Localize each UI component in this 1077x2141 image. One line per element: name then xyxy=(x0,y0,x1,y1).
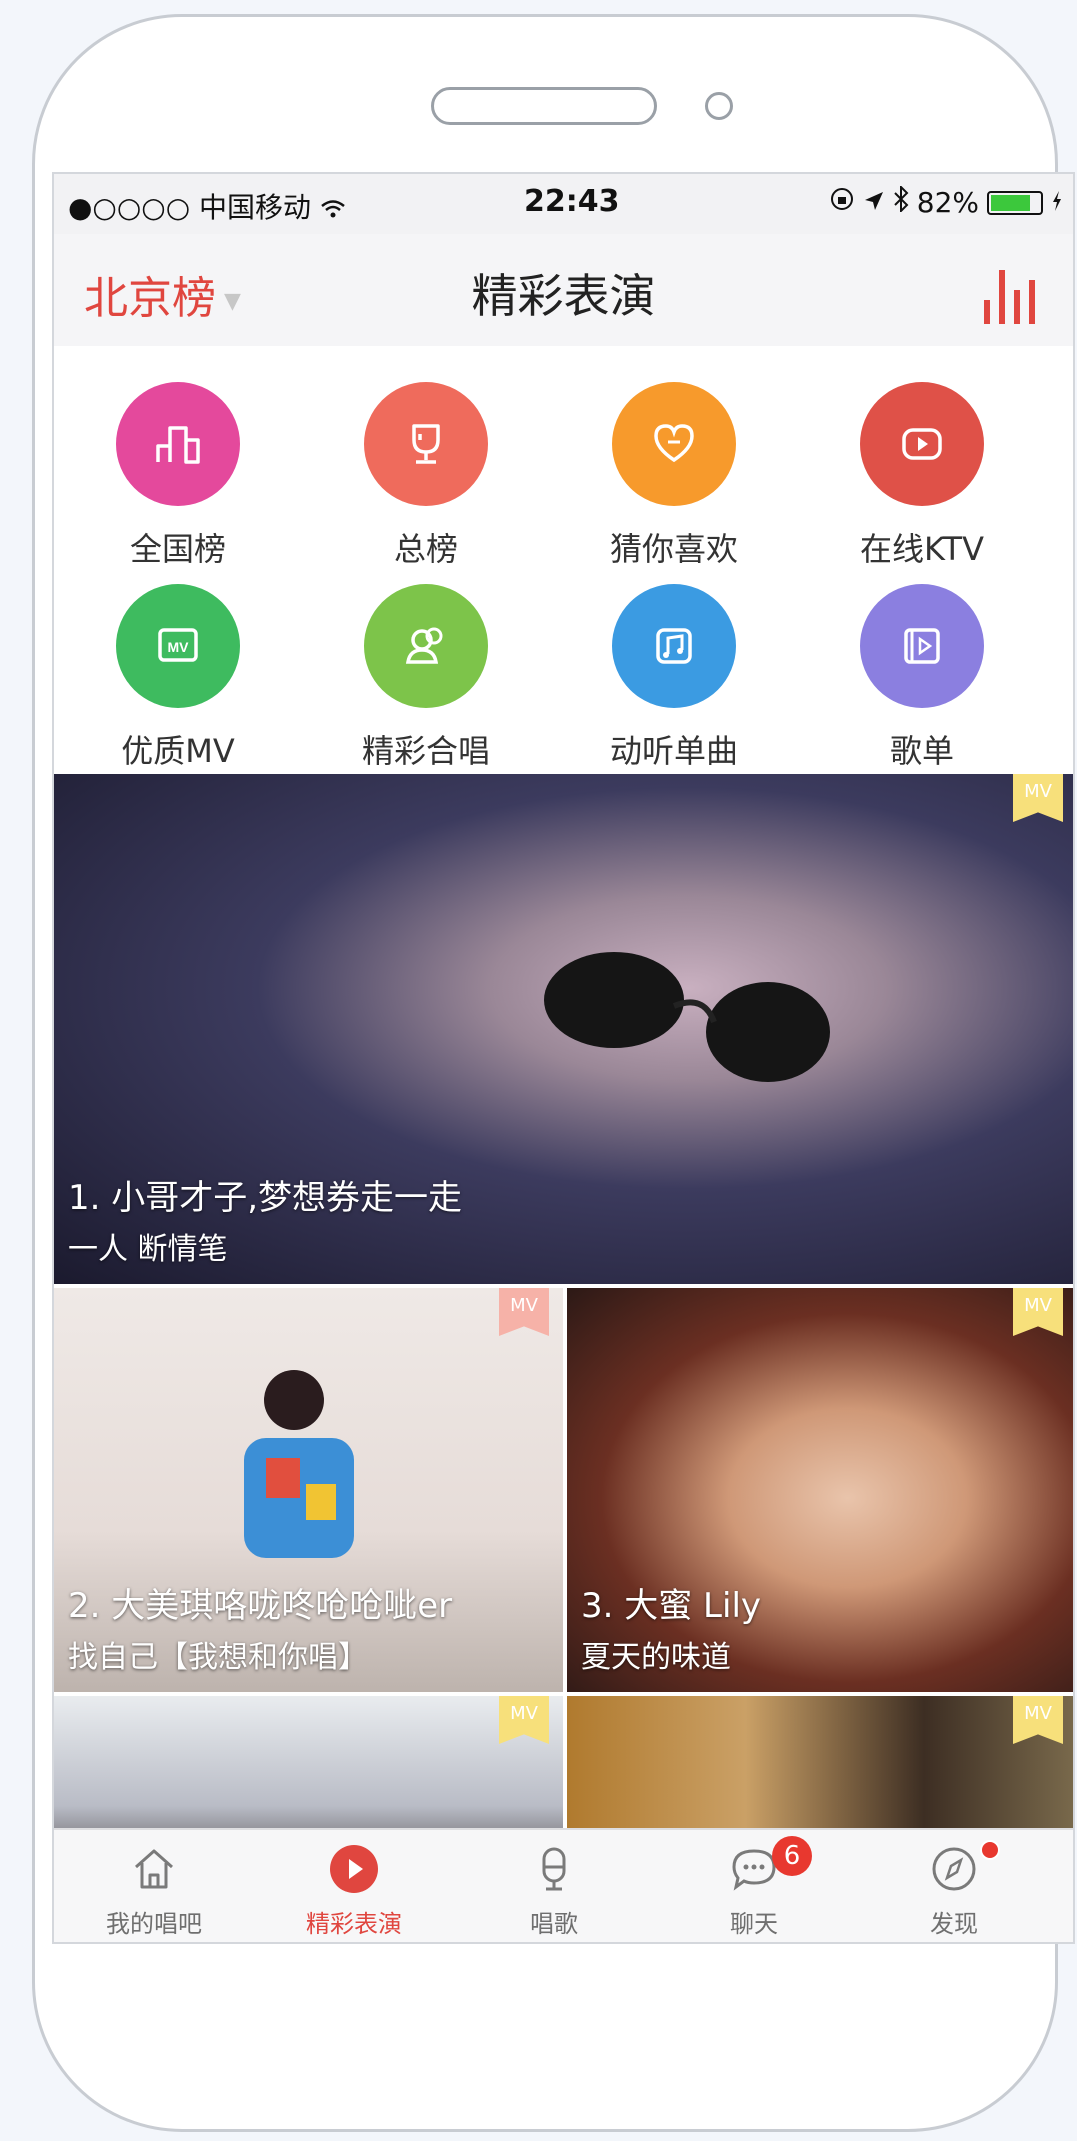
tab-home[interactable]: 我的唱吧 xyxy=(54,1842,254,1939)
playlist-icon xyxy=(860,584,984,708)
feed-card[interactable]: MV 1. 小哥才子,梦想券走一走 一人 断情笔 xyxy=(54,774,1073,1284)
now-playing-icon[interactable] xyxy=(984,270,1035,324)
unread-badge: 6 xyxy=(772,1836,812,1876)
feed-card[interactable]: MV xyxy=(54,1696,563,1834)
page-title: 精彩表演 xyxy=(471,269,656,323)
tab-label: 我的唱吧 xyxy=(106,1910,202,1938)
clock: 22:43 xyxy=(524,184,620,219)
category-label: 全国榜 xyxy=(129,530,226,568)
song-name: 夏天的味道 xyxy=(581,1640,731,1675)
category-item[interactable]: 猜你喜欢 xyxy=(554,382,794,570)
front-camera xyxy=(705,92,733,120)
tab-discover[interactable]: 发现 xyxy=(854,1840,1054,1939)
carrier-label: ●○○○○ 中国移动 xyxy=(68,191,312,224)
category-label: 优质MV xyxy=(121,732,235,770)
duet-icon xyxy=(364,584,488,708)
song-name: 找自己【我想和你唱】 xyxy=(68,1640,368,1675)
category-item[interactable]: 在线KTV xyxy=(802,382,1042,570)
mv-icon: MV xyxy=(116,584,240,708)
microphone-icon xyxy=(454,1842,654,1896)
category-label: 精彩合唱 xyxy=(361,732,490,770)
category-item[interactable]: MV 优质MV xyxy=(58,584,298,772)
bluetooth-icon xyxy=(893,184,909,219)
category-label: 动听单曲 xyxy=(609,732,738,770)
music-note-icon xyxy=(612,584,736,708)
category-grid: 全国榜 总榜 猜你喜欢 在线KTV MV 优质MV 精彩合唱 动听单曲 歌单 xyxy=(54,346,1073,770)
status-bar: ●○○○○ 中国移动 22:43 82% xyxy=(54,174,1073,234)
category-label: 猜你喜欢 xyxy=(609,530,738,568)
category-label: 总榜 xyxy=(393,530,458,568)
charging-icon xyxy=(1051,186,1063,219)
speaker xyxy=(431,87,657,125)
chat-bubble-icon: 6 xyxy=(654,1836,854,1896)
category-label: 歌单 xyxy=(889,732,954,770)
category-item[interactable]: 动听单曲 xyxy=(554,584,794,772)
song-name: 一人 断情笔 xyxy=(68,1232,228,1267)
play-circle-icon xyxy=(254,1842,454,1896)
feed-card[interactable]: MV 3. 大蜜 Lily 夏天的味道 xyxy=(567,1288,1073,1692)
category-item[interactable]: 精彩合唱 xyxy=(306,584,546,772)
card-title: 2. 大美琪咯咙咚呛呛呲er xyxy=(68,1586,453,1626)
play-screen-icon xyxy=(860,382,984,506)
wifi-icon xyxy=(320,191,346,224)
chart-bars-icon xyxy=(116,382,240,506)
tab-chat[interactable]: 6 聊天 xyxy=(654,1836,854,1939)
category-item[interactable]: 总榜 xyxy=(306,382,546,570)
tab-label: 精彩表演 xyxy=(306,1910,402,1938)
category-label: 在线KTV xyxy=(860,530,984,568)
battery-icon xyxy=(987,190,1043,215)
battery-percent: 82% xyxy=(916,186,979,219)
app-screen: ●○○○○ 中国移动 22:43 82% 北京榜 ▼ 精彩表演 全国榜 总榜 猜… xyxy=(52,172,1075,1944)
battery-fill xyxy=(991,194,1031,211)
tab-label: 聊天 xyxy=(730,1910,778,1938)
navigation-bar: 北京榜 ▼ 精彩表演 xyxy=(54,234,1073,348)
compass-icon xyxy=(854,1840,1054,1896)
category-item[interactable]: 全国榜 xyxy=(58,382,298,570)
category-item[interactable]: 歌单 xyxy=(802,584,1042,772)
tab-performance[interactable]: 精彩表演 xyxy=(254,1842,454,1939)
tab-sing[interactable]: 唱歌 xyxy=(454,1842,654,1939)
lock-rotation-icon xyxy=(829,186,855,219)
tab-label: 唱歌 xyxy=(530,1910,578,1938)
heart-chat-icon xyxy=(612,382,736,506)
location-arrow-icon xyxy=(863,186,885,219)
card-title: 1. 小哥才子,梦想券走一走 xyxy=(68,1178,463,1218)
cover-photo xyxy=(567,1696,1073,1834)
home-icon xyxy=(54,1842,254,1896)
card-title: 3. 大蜜 Lily xyxy=(581,1586,762,1626)
feed-card[interactable]: MV 2. 大美琪咯咙咚呛呛呲er 找自己【我想和你唱】 xyxy=(54,1288,563,1692)
tab-label: 发现 xyxy=(930,1910,978,1938)
tab-bar: 我的唱吧 精彩表演 唱歌 6 聊天 发现 xyxy=(54,1828,1073,1942)
trophy-icon xyxy=(364,382,488,506)
feed-card[interactable]: MV xyxy=(567,1696,1073,1834)
performance-feed: MV 1. 小哥才子,梦想券走一走 一人 断情笔 MV 2. 大美琪咯咙咚呛呛呲… xyxy=(54,774,1073,1834)
svg-text:MV: MV xyxy=(168,639,190,655)
cover-photo xyxy=(54,1696,563,1834)
notification-dot xyxy=(980,1840,1000,1860)
